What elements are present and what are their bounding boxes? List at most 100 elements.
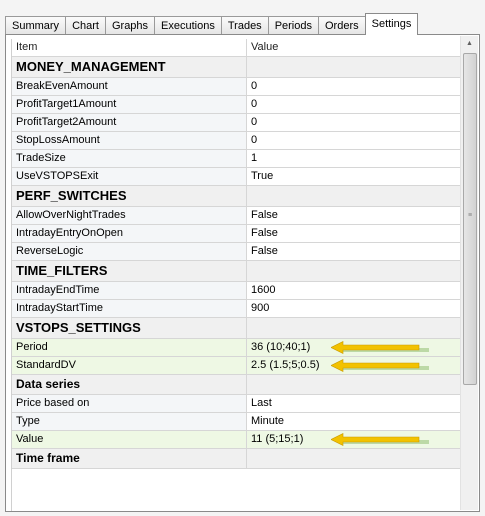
property-value-text: 0 <box>251 134 258 146</box>
property-value[interactable]: 36 (10;40;1) <box>247 339 461 356</box>
property-value-text: 900 <box>251 302 270 314</box>
grip-lines-icon: ≡ <box>467 212 473 219</box>
property-row[interactable]: Type Minute <box>12 413 461 431</box>
property-row[interactable]: ReverseLogic False <box>12 243 461 261</box>
property-row[interactable]: Period 36 (10;40;1) <box>12 339 461 357</box>
group-row[interactable]: Time frame <box>12 449 461 469</box>
property-value-text: 11 (5;15;1) <box>251 433 304 445</box>
property-value-text: Last <box>251 397 272 409</box>
property-value[interactable]: 1 <box>247 150 461 167</box>
group-row[interactable]: Data series <box>12 375 461 395</box>
category-value <box>247 375 461 394</box>
tab-summary[interactable]: Summary <box>5 16 67 35</box>
category-value <box>247 186 461 206</box>
property-name: AllowOverNightTrades <box>12 207 247 224</box>
property-row[interactable]: ProfitTarget1Amount 0 <box>12 96 461 114</box>
category-name: VSTOPS_SETTINGS <box>12 318 247 338</box>
tab-graphs[interactable]: Graphs <box>104 16 156 35</box>
category-name: Data series <box>12 375 247 394</box>
property-value-text: 1600 <box>251 284 276 296</box>
category-row[interactable]: MONEY_MANAGEMENT <box>12 57 461 78</box>
tab-periods[interactable]: Periods <box>267 16 319 35</box>
pointer-arrow-icon <box>331 359 429 372</box>
property-row[interactable]: UseVSTOPSExit True <box>12 168 461 186</box>
property-name: IntradayEndTime <box>12 282 247 299</box>
strategy-analyzer-window: Summary Chart Graphs Executions Trades P… <box>0 0 485 516</box>
property-value-text: False <box>251 209 278 221</box>
tab-orders[interactable]: Orders <box>317 16 366 35</box>
property-name: StandardDV <box>12 357 247 374</box>
property-name: Type <box>12 413 247 430</box>
property-name: Price based on <box>12 395 247 412</box>
column-header-value[interactable]: Value <box>247 39 461 56</box>
property-value[interactable]: Minute <box>247 413 461 430</box>
property-name: Period <box>12 339 247 356</box>
property-value-text: 0 <box>251 98 258 110</box>
property-value[interactable]: 900 <box>247 300 461 317</box>
grid-header-row: Item Value <box>12 39 461 57</box>
category-row[interactable]: VSTOPS_SETTINGS <box>12 318 461 339</box>
property-name: StopLossAmount <box>12 132 247 149</box>
category-name: TIME_FILTERS <box>12 261 247 281</box>
property-row[interactable]: Value 11 (5;15;1) <box>12 431 461 449</box>
property-name: ReverseLogic <box>12 243 247 260</box>
property-name: ProfitTarget1Amount <box>12 96 247 113</box>
property-row[interactable]: IntradayEndTime 1600 <box>12 282 461 300</box>
property-row[interactable]: StandardDV 2.5 (1.5;5;0.5) <box>12 357 461 375</box>
category-name: Time frame <box>12 449 247 468</box>
scroll-up-icon[interactable]: ▲ <box>461 36 478 51</box>
property-row[interactable]: TradeSize 1 <box>12 150 461 168</box>
property-value-text: True <box>251 170 274 182</box>
property-name: IntradayEntryOnOpen <box>12 225 247 242</box>
property-value-text: False <box>251 245 278 257</box>
property-value-text: Minute <box>251 415 285 427</box>
property-value[interactable]: False <box>247 225 461 242</box>
property-value[interactable]: 0 <box>247 96 461 113</box>
property-value[interactable]: 11 (5;15;1) <box>247 431 461 448</box>
property-name: ProfitTarget2Amount <box>12 114 247 131</box>
property-value[interactable]: False <box>247 243 461 260</box>
category-value <box>247 449 461 468</box>
grid-rows: MONEY_MANAGEMENT BreakEvenAmount 0 ProfitTa… <box>12 57 461 469</box>
property-value-text: 36 (10;40;1) <box>251 341 311 353</box>
property-row[interactable]: IntradayEntryOnOpen False <box>12 225 461 243</box>
property-value-text: 2.5 (1.5;5;0.5) <box>251 359 320 371</box>
category-value <box>247 57 461 77</box>
settings-panel: Item Value MONEY_MANAGEMENT BreakEvenAmou… <box>5 34 480 512</box>
category-row[interactable]: TIME_FILTERS <box>12 261 461 282</box>
scrollbar-thumb[interactable]: ≡ <box>463 53 477 385</box>
column-header-item[interactable]: Item <box>12 39 247 56</box>
property-name: UseVSTOPSExit <box>12 168 247 185</box>
category-value <box>247 261 461 281</box>
property-row[interactable]: BreakEvenAmount 0 <box>12 78 461 96</box>
property-row[interactable]: AllowOverNightTrades False <box>12 207 461 225</box>
tab-trades[interactable]: Trades <box>220 16 269 35</box>
property-value[interactable]: True <box>247 168 461 185</box>
property-row[interactable]: IntradayStartTime 900 <box>12 300 461 318</box>
pointer-arrow-icon <box>331 341 429 354</box>
property-value[interactable]: 0 <box>247 78 461 95</box>
property-grid: Item Value MONEY_MANAGEMENT BreakEvenAmou… <box>11 39 461 511</box>
tab-executions[interactable]: Executions <box>154 16 222 35</box>
property-value[interactable]: 0 <box>247 114 461 131</box>
property-row[interactable]: Price based on Last <box>12 395 461 413</box>
vertical-scrollbar[interactable]: ▲ ≡ <box>460 36 478 510</box>
property-value[interactable]: 0 <box>247 132 461 149</box>
property-name: Value <box>12 431 247 448</box>
property-value-text: 1 <box>251 152 258 164</box>
property-value-text: 0 <box>251 116 258 128</box>
tab-settings[interactable]: Settings <box>364 13 419 35</box>
property-value[interactable]: Last <box>247 395 461 412</box>
property-name: TradeSize <box>12 150 247 167</box>
property-value[interactable]: 1600 <box>247 282 461 299</box>
category-row[interactable]: PERF_SWITCHES <box>12 186 461 207</box>
category-name: MONEY_MANAGEMENT <box>12 57 247 77</box>
category-name: PERF_SWITCHES <box>12 186 247 206</box>
tab-chart[interactable]: Chart <box>65 16 106 35</box>
property-value[interactable]: False <box>247 207 461 224</box>
property-value[interactable]: 2.5 (1.5;5;0.5) <box>247 357 461 374</box>
property-name: BreakEvenAmount <box>12 78 247 95</box>
property-row[interactable]: ProfitTarget2Amount 0 <box>12 114 461 132</box>
property-value-text: 0 <box>251 80 258 92</box>
property-row[interactable]: StopLossAmount 0 <box>12 132 461 150</box>
